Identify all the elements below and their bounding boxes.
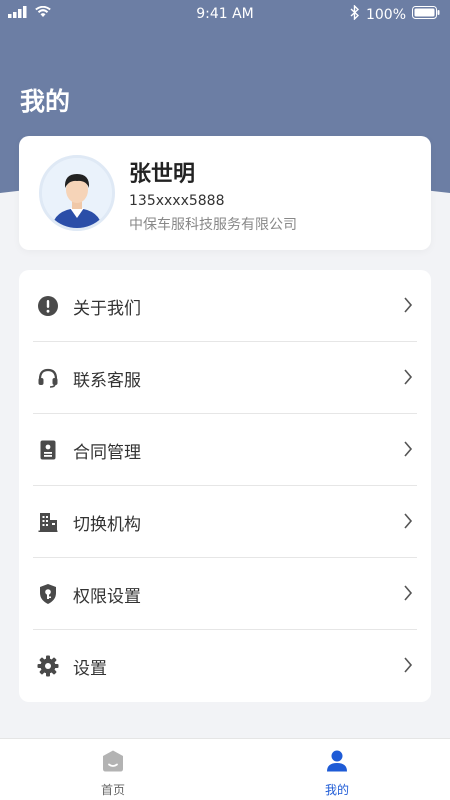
tab-mine-label: 我的 [324, 783, 349, 797]
menu-item-label: 合同管理 [73, 442, 141, 463]
tab-home-label: 首页 [100, 783, 125, 797]
building-icon [36, 510, 60, 534]
menu-item-label: 切换机构 [73, 514, 141, 535]
chevron-right-icon [403, 656, 413, 678]
contract-icon [36, 438, 60, 462]
profile-card[interactable]: 张世明 135xxxx5888 中保车服科技服务有限公司 [19, 136, 431, 250]
bluetooth-icon [350, 4, 360, 24]
menu-item-permission-settings[interactable]: 权限设置 [33, 558, 417, 630]
menu-item-label: 联系客服 [73, 370, 141, 391]
chevron-right-icon [403, 296, 413, 318]
battery-icon [412, 6, 440, 23]
headset-icon [36, 366, 60, 390]
shield-key-icon [36, 582, 60, 606]
user-phone: 135xxxx5888 [129, 193, 225, 209]
gear-icon [36, 654, 60, 678]
info-icon [36, 294, 60, 318]
avatar[interactable] [39, 155, 115, 231]
tab-home[interactable]: 首页 [53, 749, 173, 798]
page-title: 我的 [20, 87, 71, 116]
chevron-right-icon [403, 512, 413, 534]
menu-item-contact-service[interactable]: 联系客服 [33, 342, 417, 414]
menu-item-label: 权限设置 [73, 586, 141, 607]
home-icon [101, 750, 125, 777]
menu-item-contract-management[interactable]: 合同管理 [33, 414, 417, 486]
tab-mine[interactable]: 我的 [277, 749, 397, 798]
menu-list: 关于我们 联系客服 合同管理 切换机构 权限设置 设置 [19, 270, 431, 702]
user-company: 中保车服科技服务有限公司 [129, 217, 297, 233]
user-name: 张世明 [129, 162, 196, 187]
chevron-right-icon [403, 368, 413, 390]
status-bar: 9:41 AM 100% [0, 0, 450, 28]
chevron-right-icon [403, 440, 413, 462]
user-icon [325, 750, 349, 777]
chevron-right-icon [403, 584, 413, 606]
menu-item-switch-org[interactable]: 切换机构 [33, 486, 417, 558]
menu-item-about[interactable]: 关于我们 [33, 270, 417, 342]
menu-item-label: 设置 [73, 658, 107, 679]
menu-item-settings[interactable]: 设置 [33, 630, 417, 702]
tab-bar: 首页 我的 [0, 738, 450, 800]
menu-item-label: 关于我们 [73, 298, 141, 319]
battery-percent: 100% [365, 6, 406, 23]
